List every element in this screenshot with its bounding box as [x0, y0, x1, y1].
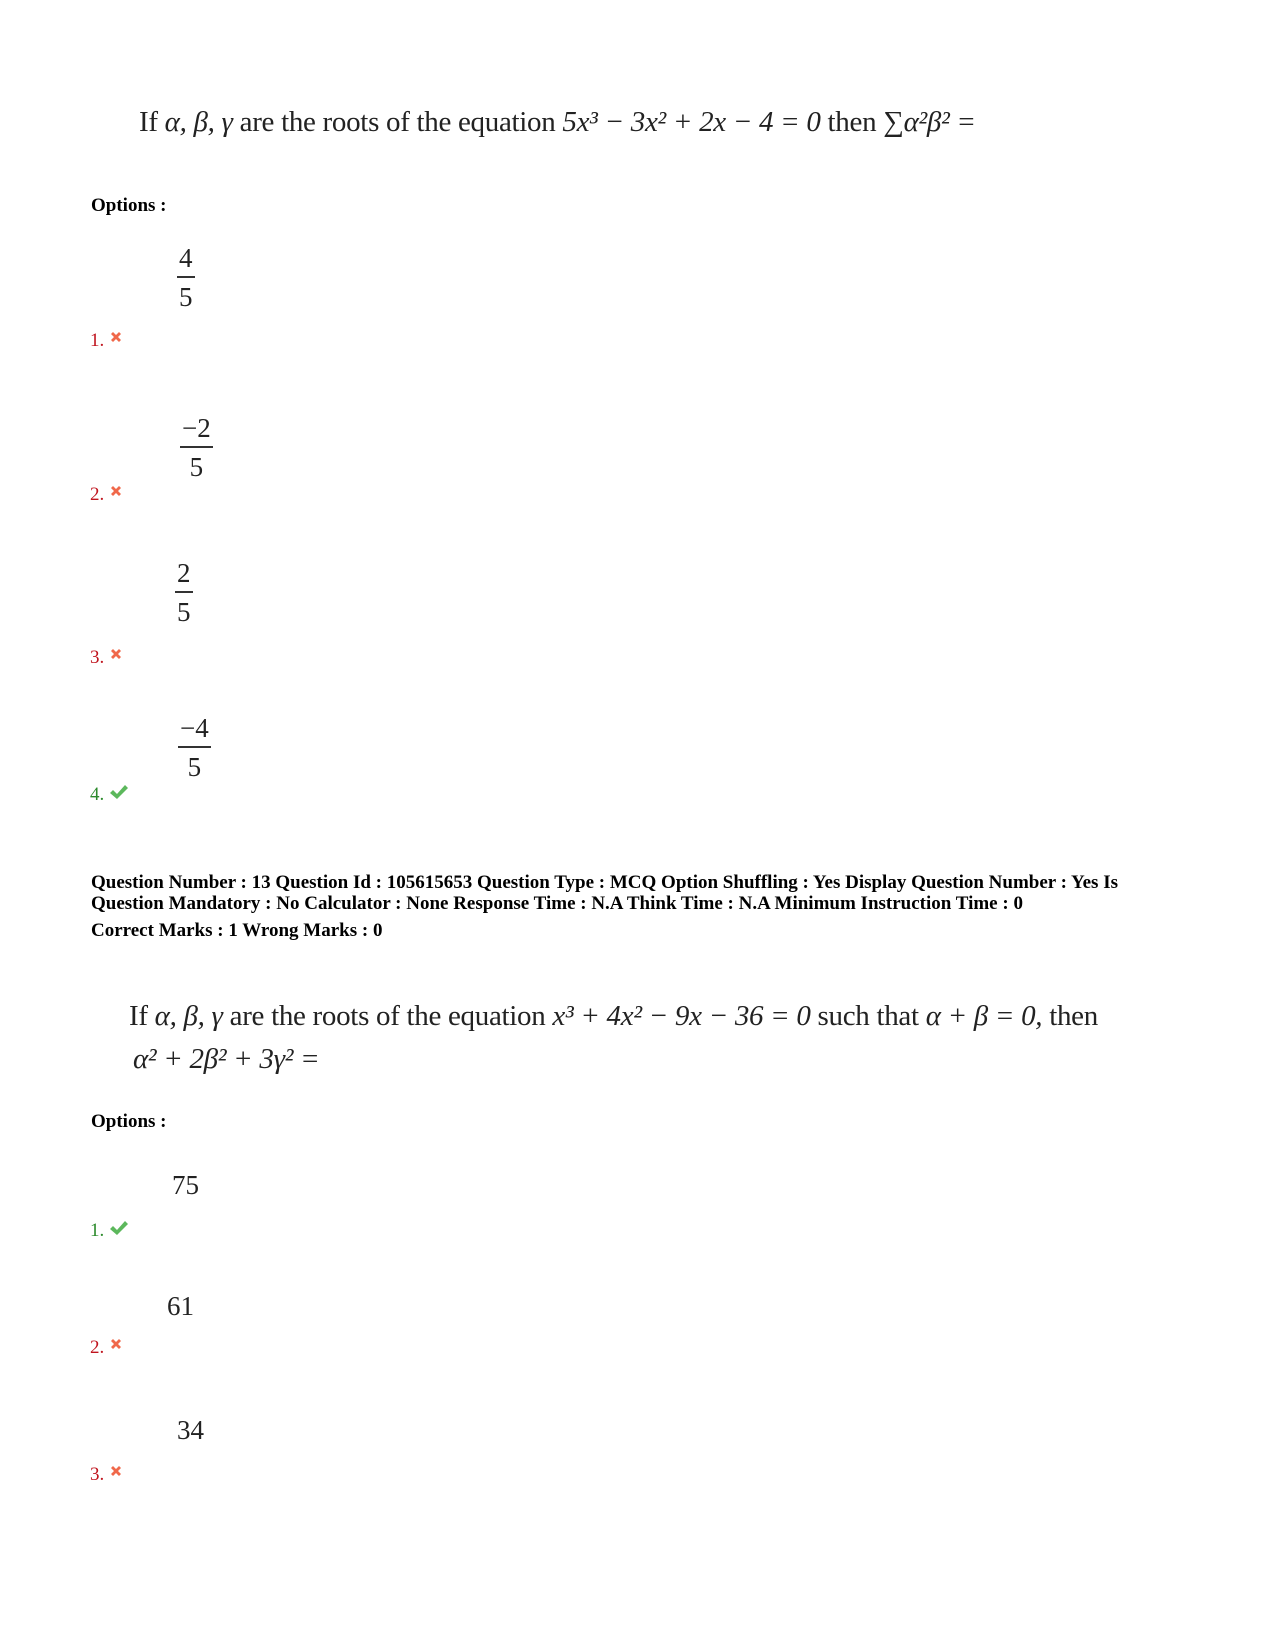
- q-prefix: If: [139, 106, 158, 138]
- option-number: 1.: [90, 1220, 105, 1241]
- numerator: 2: [177, 558, 191, 588]
- option-1-value: 4 5: [177, 243, 195, 312]
- q-mid: are the roots of the equation: [239, 106, 556, 138]
- option-number: 2.: [90, 484, 105, 505]
- denominator: 5: [189, 451, 204, 482]
- denominator: 5: [187, 751, 202, 782]
- fraction-bar: [177, 276, 195, 278]
- numerator: −4: [180, 713, 209, 743]
- question-12-text: If α, β, γ are the roots of the equation…: [139, 106, 976, 139]
- question-13-text-line-1: If α, β, γ are the roots of the equation…: [129, 1000, 1098, 1033]
- option-number: 3.: [90, 1464, 105, 1485]
- option-2-value: 61: [167, 1291, 194, 1321]
- option-2-marker: 2.: [90, 484, 123, 506]
- q-equation: x³ + 4x² − 9x − 36 = 0: [552, 1000, 811, 1032]
- q-condition: α + β = 0,: [925, 1000, 1043, 1032]
- option-number: 2.: [90, 1337, 105, 1358]
- fraction-bar: [178, 746, 211, 748]
- numerator: 4: [179, 243, 193, 273]
- fraction-bar: [175, 591, 193, 593]
- q-condition-prefix: such that: [817, 1000, 920, 1032]
- q-mid: are the roots of the equation: [229, 1000, 546, 1032]
- marks-line: Correct Marks : 1 Wrong Marks : 0: [91, 920, 383, 941]
- q-expression: α² + 2β² + 3γ² =: [133, 1043, 320, 1075]
- cross-icon: [111, 486, 122, 496]
- option-number: 3.: [90, 647, 105, 668]
- check-icon: [110, 785, 129, 799]
- q-expression: ∑α²β² =: [883, 106, 976, 138]
- option-3-value: 34: [177, 1415, 204, 1445]
- numerator: −2: [182, 413, 211, 443]
- option-1-value: 75: [172, 1170, 199, 1200]
- meta-line-2: Question Mandatory : No Calculator : Non…: [91, 893, 1023, 914]
- fraction-bar: [180, 446, 213, 448]
- q-vars: α, β, γ: [154, 1000, 223, 1032]
- denominator: 5: [177, 596, 191, 627]
- option-1-marker: 1.: [90, 330, 123, 352]
- options-label: Options :: [91, 195, 167, 216]
- cross-icon: [111, 332, 122, 342]
- options-label: Options :: [91, 1111, 167, 1132]
- option-2-value: −2 5: [180, 413, 213, 482]
- question-13-text-line-2: α² + 2β² + 3γ² =: [133, 1043, 320, 1076]
- cross-icon: [111, 649, 122, 659]
- question-meta: Question Number : 13 Question Id : 10561…: [91, 872, 1118, 941]
- option-number: 1.: [90, 330, 105, 351]
- denominator: 5: [179, 281, 193, 312]
- cross-icon: [111, 1466, 122, 1476]
- check-icon: [110, 1221, 129, 1235]
- q-equation: 5x³ − 3x² + 2x − 4 = 0: [562, 106, 821, 138]
- meta-line-1: Question Number : 13 Question Id : 10561…: [91, 872, 1118, 893]
- option-4-marker: 4.: [90, 784, 129, 806]
- option-2-marker: 2.: [90, 1337, 123, 1359]
- option-3-marker: 3.: [90, 1464, 123, 1486]
- q-prefix: If: [129, 1000, 148, 1032]
- q-then: then: [1049, 1000, 1098, 1032]
- option-number: 4.: [90, 784, 105, 805]
- option-3-marker: 3.: [90, 647, 123, 669]
- q-then: then: [827, 106, 877, 138]
- option-1-marker: 1.: [90, 1220, 129, 1242]
- option-3-value: 2 5: [175, 558, 193, 627]
- option-4-value: −4 5: [178, 713, 211, 782]
- q-vars: α, β, γ: [164, 106, 233, 138]
- cross-icon: [111, 1339, 122, 1349]
